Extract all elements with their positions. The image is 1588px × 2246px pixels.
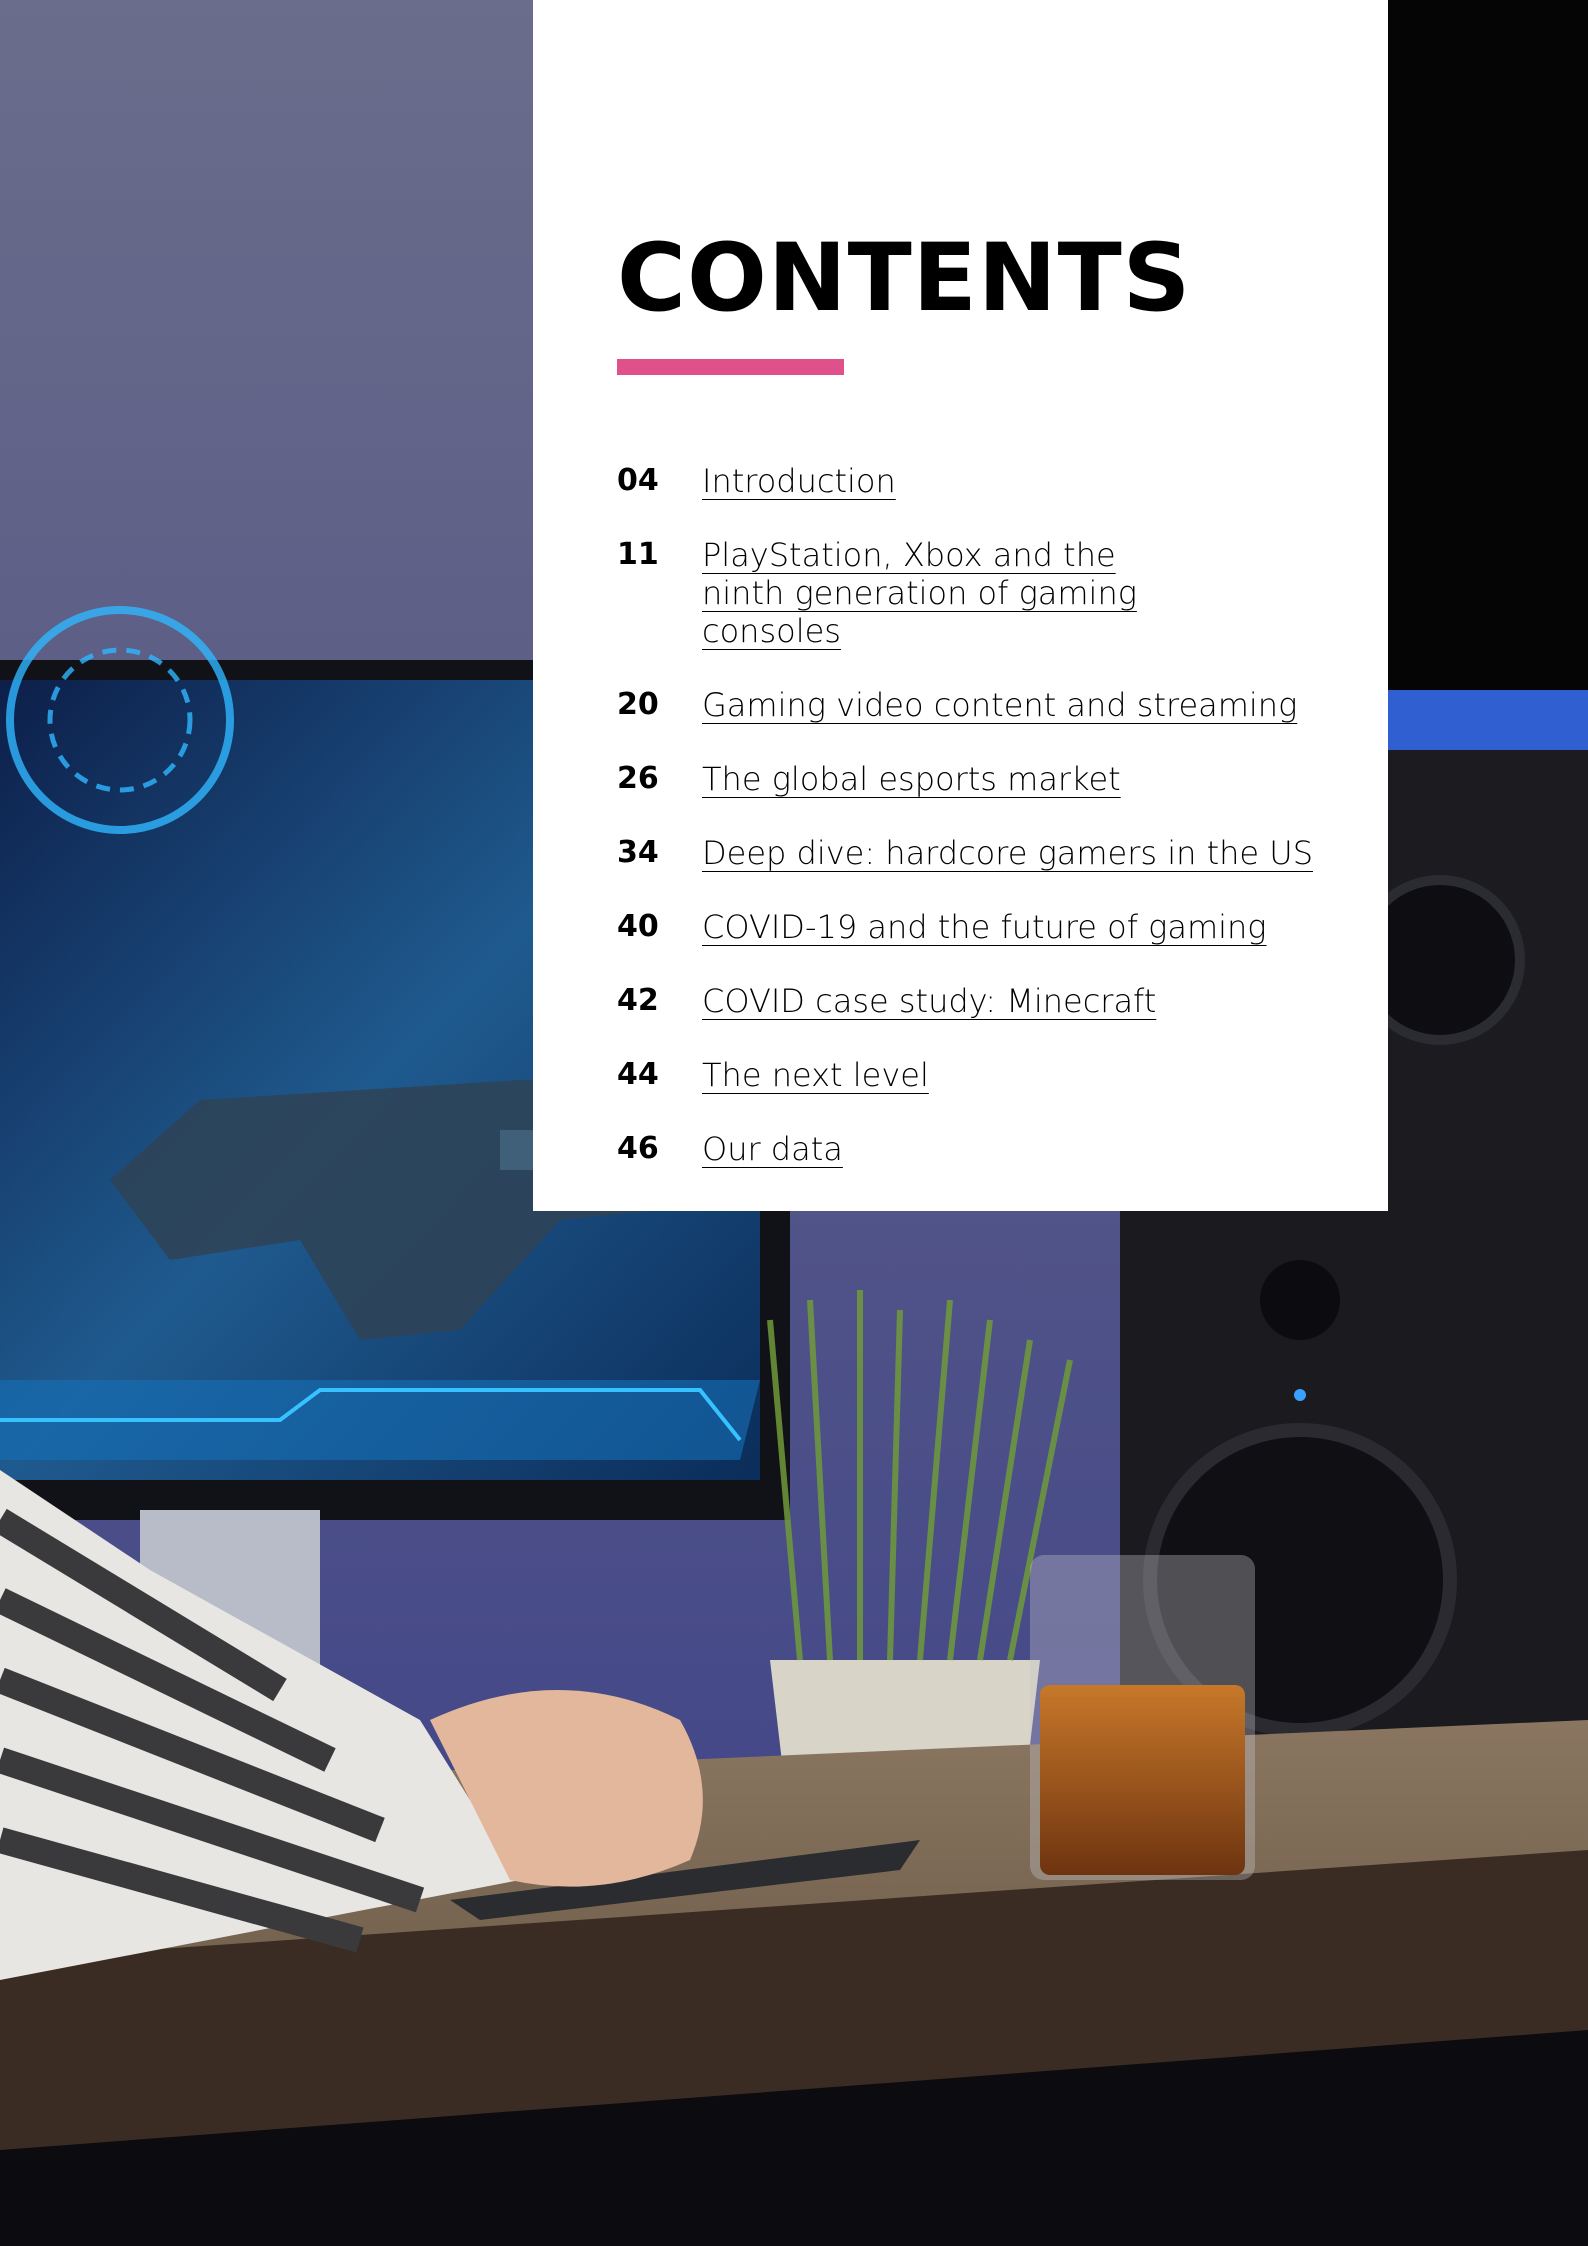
toc-page-number: 42 (617, 983, 659, 1018)
page-title: CONTENTS (617, 224, 1192, 333)
toc-link[interactable]: COVID case study: Minecraft (702, 982, 1156, 1020)
contents-panel: CONTENTS 04 Introduction 11 PlayStation,… (533, 0, 1388, 1211)
toc-item-introduction[interactable]: 04 Introduction (617, 462, 1337, 500)
toc-page-number: 20 (617, 687, 659, 722)
toc-link[interactable]: Deep dive: hardcore gamers in the US (702, 834, 1313, 872)
toc-item-consoles[interactable]: 11 PlayStation, Xbox and the ninth gener… (617, 536, 1337, 650)
toc-item-video-content[interactable]: 20 Gaming video content and streaming (617, 686, 1337, 724)
toc-page-number: 11 (617, 537, 659, 572)
title-underline-bar (617, 359, 844, 375)
toc-link[interactable]: Our data (702, 1130, 843, 1168)
toc-item-deep-dive[interactable]: 34 Deep dive: hardcore gamers in the US (617, 834, 1337, 872)
toc-link[interactable]: COVID-19 and the future of gaming (702, 908, 1267, 946)
toc-item-covid-future[interactable]: 40 COVID-19 and the future of gaming (617, 908, 1337, 946)
toc-page-number: 34 (617, 835, 659, 870)
toc-link[interactable]: The global esports market (702, 760, 1121, 798)
table-of-contents: 04 Introduction 11 PlayStation, Xbox and… (617, 462, 1337, 1204)
toc-item-our-data[interactable]: 46 Our data (617, 1130, 1337, 1168)
toc-item-next-level[interactable]: 44 The next level (617, 1056, 1337, 1094)
toc-link[interactable]: Gaming video content and streaming (702, 686, 1297, 724)
toc-link[interactable]: The next level (702, 1056, 929, 1094)
toc-page-number: 40 (617, 909, 659, 944)
toc-page-number: 04 (617, 463, 659, 498)
toc-link[interactable]: Introduction (702, 462, 896, 500)
toc-item-minecraft[interactable]: 42 COVID case study: Minecraft (617, 982, 1337, 1020)
toc-item-esports[interactable]: 26 The global esports market (617, 760, 1337, 798)
toc-page-number: 44 (617, 1057, 659, 1092)
toc-link[interactable]: PlayStation, Xbox and the ninth generati… (702, 536, 1202, 650)
toc-page-number: 46 (617, 1131, 659, 1166)
toc-page-number: 26 (617, 761, 659, 796)
